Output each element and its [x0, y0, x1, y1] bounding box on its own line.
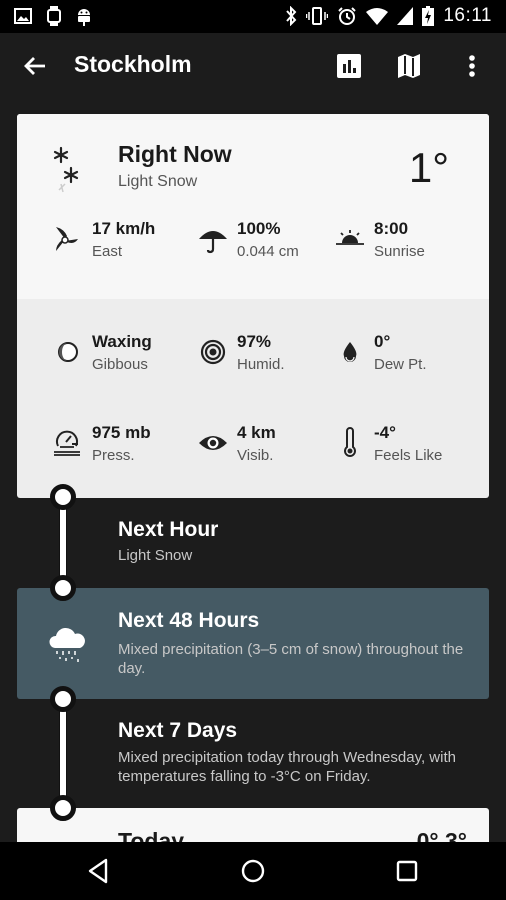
moon-phase: Waxing — [92, 332, 152, 351]
sunrise-label: Sunrise — [374, 243, 425, 260]
stat-precipitation: 100% 0.044 cm — [197, 219, 347, 269]
signal-icon — [397, 7, 414, 25]
precip-amount: 0.044 cm — [237, 243, 299, 260]
humidity-label: Humid. — [237, 356, 285, 373]
stat-humidity: 97% Humid. — [197, 332, 347, 382]
next-hour-title: Next Hour — [118, 518, 219, 541]
precip-chance: 100% — [237, 219, 281, 238]
map-icon[interactable] — [394, 51, 424, 81]
next-hour-summary: Light Snow — [118, 547, 193, 564]
vibrate-icon — [306, 7, 329, 25]
back-arrow-icon[interactable] — [20, 51, 50, 81]
dew-point-value: 0° — [374, 332, 391, 351]
wind-icon — [56, 227, 78, 251]
dew-drop-icon — [343, 342, 357, 362]
bluetooth-icon — [286, 6, 297, 26]
humidity-value: 97% — [237, 332, 272, 351]
timeline-node — [50, 795, 76, 821]
wifi-icon — [366, 8, 389, 25]
feels-like-value: -4° — [374, 423, 396, 442]
watch-icon — [47, 6, 61, 26]
pressure-value: 975 mb — [92, 423, 151, 442]
right-now-condition: Light Snow — [118, 173, 198, 190]
stat-wind: 17 km/h East — [52, 219, 202, 269]
feels-like-label: Feels Like — [374, 447, 443, 464]
chart-icon[interactable] — [334, 51, 364, 81]
stat-dew-point: 0° Dew Pt. — [334, 332, 484, 382]
stat-pressure: 975 mb Press. — [52, 423, 202, 473]
back-nav-icon[interactable] — [84, 856, 114, 886]
next-hour-item[interactable]: Next Hour Light Snow — [17, 498, 489, 588]
rain-cloud-icon — [49, 627, 85, 662]
stat-feels-like: -4° Feels Like — [334, 423, 484, 473]
alarm-icon — [338, 7, 357, 25]
umbrella-icon — [199, 231, 227, 254]
timeline-node — [50, 575, 76, 601]
sunrise-icon — [336, 230, 364, 245]
moon-icon — [58, 342, 78, 362]
android-icon — [78, 9, 90, 26]
wind-speed: 17 km/h — [92, 219, 156, 238]
image-icon — [14, 8, 32, 24]
pressure-icon — [54, 430, 80, 456]
visibility-value: 4 km — [237, 423, 276, 442]
snow-icon — [53, 146, 79, 193]
timeline-node — [50, 686, 76, 712]
next-7-title: Next 7 Days — [118, 719, 238, 742]
wind-direction: East — [92, 243, 123, 260]
pressure-label: Press. — [92, 447, 135, 464]
right-now-summary: Right Now Light Snow 1° 17 km/h East 100… — [17, 114, 489, 299]
next-48-summary: Mixed precipitation (3–5 cm of snow) thr… — [118, 641, 464, 677]
humidity-icon — [200, 339, 226, 365]
stat-sunrise: 8:00 Sunrise — [334, 219, 484, 269]
app-bar: Stockholm — [0, 33, 506, 99]
current-temperature: 1° — [408, 144, 449, 191]
visibility-label: Visib. — [237, 447, 274, 464]
status-bar: 16:11 — [0, 0, 506, 33]
thermometer-icon — [344, 427, 356, 457]
page-title: Stockholm — [74, 51, 192, 77]
recents-nav-icon[interactable] — [392, 856, 422, 886]
sunrise-time: 8:00 — [374, 219, 409, 238]
next-7-days-item[interactable]: Next 7 Days Mixed precipitation today th… — [17, 699, 489, 809]
next-48-hours-card[interactable]: Next 48 Hours Mixed precipitation (3–5 c… — [17, 588, 489, 699]
navigation-bar — [0, 842, 506, 900]
moon-phase-detail: Gibbous — [92, 356, 148, 373]
right-now-card[interactable]: Right Now Light Snow 1° 17 km/h East 100… — [17, 114, 489, 498]
battery-charging-icon — [422, 6, 435, 26]
status-time: 16:11 — [443, 5, 492, 26]
right-now-title: Right Now — [118, 141, 232, 167]
timeline-node — [50, 484, 76, 510]
eye-icon — [199, 436, 227, 450]
dew-point-label: Dew Pt. — [374, 356, 427, 373]
next-48-title: Next 48 Hours — [118, 609, 260, 632]
timeline-connector — [59, 697, 67, 809]
stat-visibility: 4 km Visib. — [197, 423, 347, 473]
next-7-summary: Mixed precipitation today through Wednes… — [118, 749, 456, 785]
home-nav-icon[interactable] — [238, 856, 268, 886]
stat-moon: Waxing Gibbous — [52, 332, 202, 382]
more-vert-icon[interactable] — [457, 51, 487, 81]
